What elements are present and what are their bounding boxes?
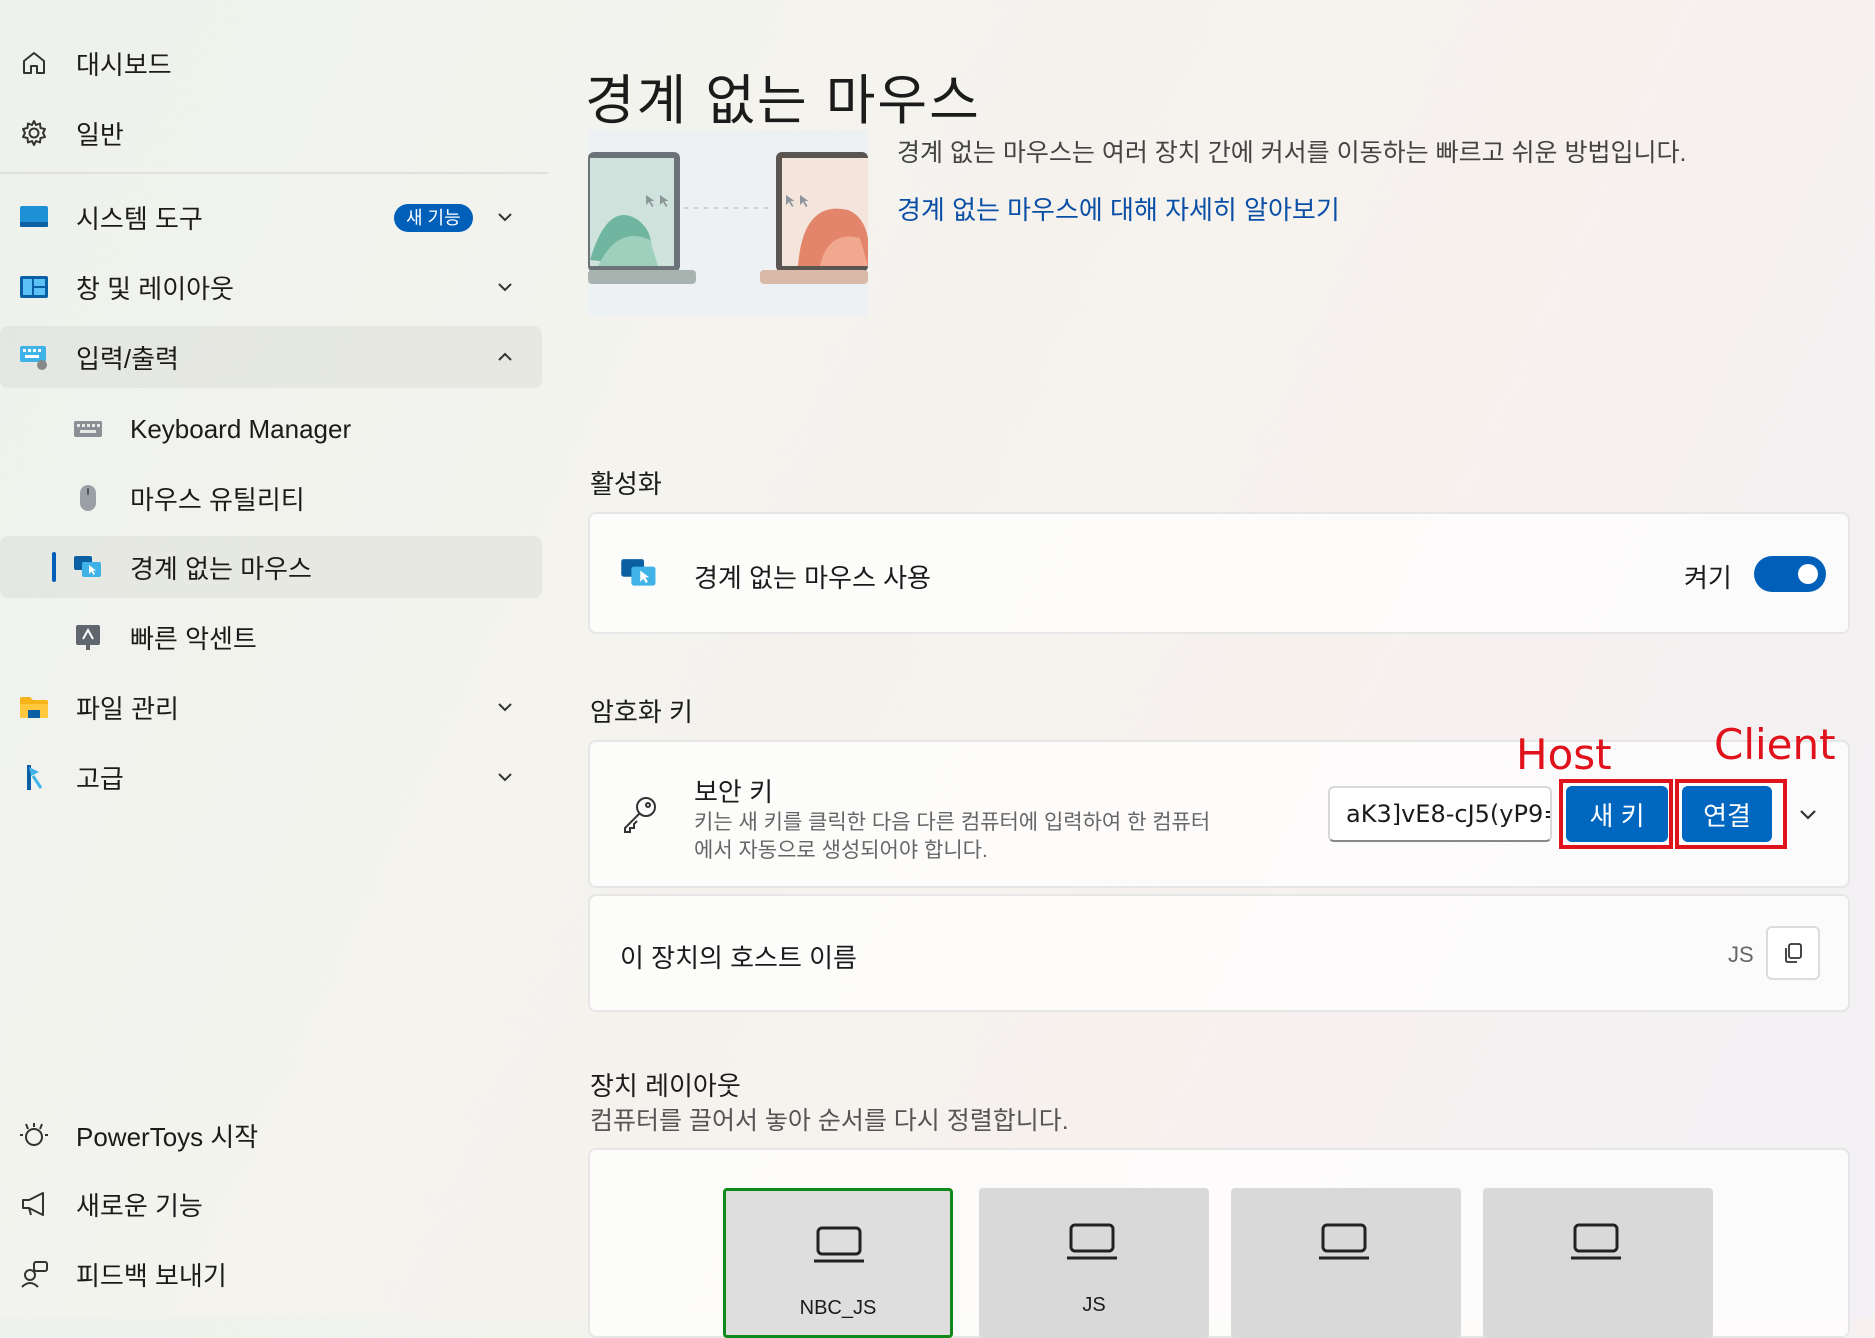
- sidebar-item-label: 마우스 유틸리티: [130, 484, 305, 515]
- hostname-value: JS: [1728, 942, 1754, 967]
- key-icon: [620, 794, 660, 839]
- selection-indicator: [52, 552, 56, 582]
- home-icon: [18, 47, 50, 79]
- toggle-state-label: 켜기: [1684, 563, 1732, 593]
- gear-icon: [18, 117, 50, 149]
- sidebar-item-label: 창 및 레이아웃: [76, 273, 234, 304]
- activation-heading: 활성화: [590, 469, 662, 499]
- chevron-down-icon[interactable]: [494, 696, 516, 718]
- learn-more-link[interactable]: 경계 없는 마우스에 대해 자세히 알아보기: [897, 190, 1340, 227]
- sidebar-footer-feedback[interactable]: 피드백 보내기: [0, 1243, 542, 1305]
- sidebar-divider: [0, 172, 548, 174]
- hostname-label: 이 장치의 호스트 이름: [620, 943, 857, 973]
- page-title: 경계 없는 마우스: [585, 71, 981, 132]
- sidebar-item-file-management[interactable]: 파일 관리: [0, 676, 542, 738]
- feedback-icon: [18, 1258, 50, 1290]
- laptop-icon: [814, 1226, 864, 1263]
- system-tools-icon: [18, 201, 50, 233]
- copy-hostname-button[interactable]: [1766, 926, 1820, 980]
- device-tile[interactable]: JS: [979, 1188, 1209, 1338]
- device-tile[interactable]: [1231, 1188, 1461, 1338]
- page-description: 경계 없는 마우스는 여러 장치 간에 커서를 이동하는 빠르고 쉬운 방법입니…: [897, 139, 1687, 167]
- device-layout-subtitle: 컴퓨터를 끌어서 놓아 순서를 다시 정렬합니다.: [590, 1107, 1069, 1135]
- sidebar-item-label: 일반: [76, 119, 124, 150]
- laptop-icon: [1067, 1223, 1117, 1260]
- laptop-icon: [1319, 1223, 1369, 1260]
- client-highlight-box: [1675, 779, 1787, 849]
- mouse-icon: [72, 482, 104, 514]
- host-highlight-box: [1559, 779, 1673, 849]
- folder-icon: [18, 691, 50, 723]
- client-annotation: Client: [1714, 720, 1836, 769]
- sidebar-item-label: Keyboard Manager: [130, 413, 352, 444]
- device-name: NBC_JS: [799, 1297, 877, 1319]
- security-key-desc-line2: 에서 자동으로 생성되어야 합니다.: [694, 839, 988, 862]
- mouse-without-borders-icon: [620, 556, 658, 595]
- sidebar-item-label: 경계 없는 마우스: [130, 553, 312, 584]
- sidebar: 대시보드 일반 시스템 도구 새 기능 창 및 레이아웃 입력/출력 Keybo…: [0, 0, 560, 1318]
- sidebar-item-label: 고급: [76, 763, 124, 794]
- keyboard-icon: [18, 341, 50, 373]
- sidebar-item-keyboard-manager[interactable]: Keyboard Manager: [0, 398, 542, 460]
- encryption-heading: 암호화 키: [590, 697, 693, 727]
- sidebar-item-label: 시스템 도구: [76, 203, 203, 234]
- device-tile[interactable]: NBC_JS: [723, 1188, 953, 1338]
- welcome-icon: [18, 1119, 50, 1151]
- chevron-down-icon[interactable]: [1796, 802, 1820, 826]
- chevron-up-icon[interactable]: [494, 346, 516, 368]
- sidebar-item-general[interactable]: 일반: [0, 102, 542, 164]
- sidebar-item-label: PowerToys 시작: [76, 1121, 259, 1152]
- security-key-input[interactable]: aK3]vE8-cJ5(yP9=: [1328, 786, 1552, 842]
- sidebar-item-label: 빠른 악센트: [130, 623, 257, 654]
- activation-card: 경계 없는 마우스 사용 켜기: [588, 512, 1850, 634]
- sidebar-item-label: 피드백 보내기: [76, 1260, 227, 1291]
- sidebar-item-mouse-utilities[interactable]: 마우스 유틸리티: [0, 467, 542, 529]
- sidebar-item-dashboard[interactable]: 대시보드: [0, 32, 542, 94]
- copy-icon: [1785, 943, 1802, 963]
- chevron-down-icon[interactable]: [494, 766, 516, 788]
- device-name: JS: [1082, 1294, 1106, 1316]
- sidebar-item-label: 새로운 기능: [76, 1190, 203, 1221]
- window-layout-icon: [18, 271, 50, 303]
- chevron-down-icon[interactable]: [494, 206, 516, 228]
- sidebar-item-mouse-without-borders[interactable]: 경계 없는 마우스: [0, 536, 542, 598]
- activation-label: 경계 없는 마우스 사용: [694, 563, 931, 593]
- host-annotation: Host: [1516, 730, 1612, 779]
- advanced-icon: [18, 761, 50, 793]
- sidebar-item-label: 파일 관리: [76, 693, 179, 724]
- sidebar-item-label: 입력/출력: [76, 343, 179, 374]
- enable-toggle[interactable]: [1754, 556, 1826, 592]
- chevron-down-icon[interactable]: [494, 276, 516, 298]
- device-tile[interactable]: [1483, 1188, 1713, 1338]
- megaphone-icon: [18, 1188, 50, 1220]
- sidebar-item-label: 대시보드: [76, 49, 172, 80]
- security-key-title: 보안 키: [694, 777, 773, 807]
- sidebar-item-input-output[interactable]: 입력/출력: [0, 326, 542, 388]
- sidebar-footer-welcome[interactable]: PowerToys 시작: [0, 1104, 542, 1166]
- sidebar-item-advanced[interactable]: 고급: [0, 746, 542, 808]
- security-key-desc-line1: 키는 새 키를 클릭한 다음 다른 컴퓨터에 입력하여 한 컴퓨터: [694, 811, 1211, 834]
- new-feature-badge: 새 기능: [394, 204, 473, 232]
- laptop-icon: [1571, 1223, 1621, 1260]
- quick-accent-icon: [72, 621, 104, 653]
- hostname-card: 이 장치의 호스트 이름 JS: [588, 894, 1850, 1012]
- mouse-without-borders-icon: [72, 551, 104, 583]
- hero-illustration: [588, 130, 869, 316]
- sidebar-item-quick-accent[interactable]: 빠른 악센트: [0, 606, 542, 668]
- sidebar-footer-whats-new[interactable]: 새로운 기능: [0, 1173, 542, 1235]
- sidebar-item-system-tools[interactable]: 시스템 도구 새 기능: [0, 186, 542, 248]
- sidebar-item-window-layout[interactable]: 창 및 레이아웃: [0, 256, 542, 318]
- device-layout-heading: 장치 레이아웃: [590, 1071, 741, 1101]
- keyboard-manager-icon: [72, 413, 104, 445]
